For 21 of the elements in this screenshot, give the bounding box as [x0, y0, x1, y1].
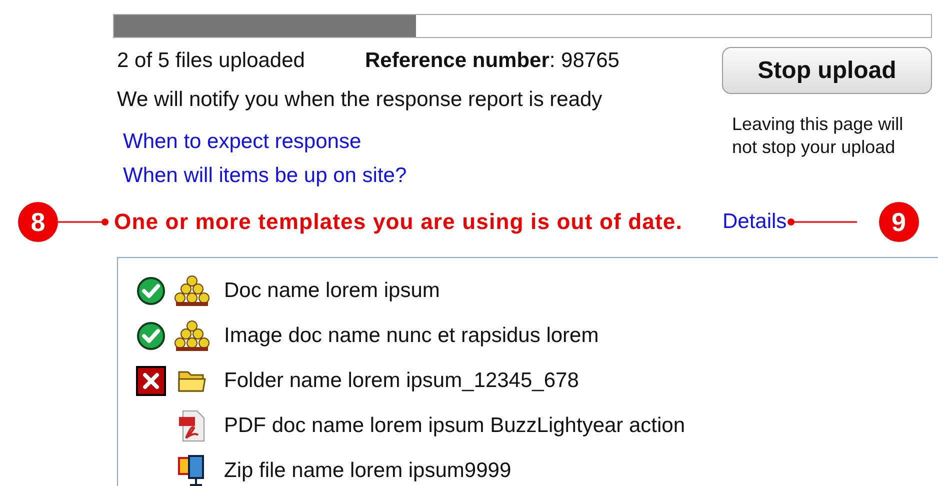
file-name: Doc name lorem ipsum	[224, 278, 440, 302]
warning-message: One or more templates you are using is out of date.	[114, 209, 682, 235]
stacked-balls-icon	[174, 320, 210, 352]
stop-upload-button[interactable]: Stop upload	[722, 47, 932, 94]
help-link[interactable]: When will items be up on site?	[123, 164, 407, 188]
pdf-file-icon	[178, 410, 206, 442]
files-status: 2 of 5 files uploaded	[117, 49, 305, 73]
callout-number: 9	[878, 202, 919, 242]
archive-icon	[177, 454, 207, 486]
leader-line	[58, 217, 110, 227]
leave-note: Leaving this page will not stop your upload	[732, 113, 904, 160]
file-name: Zip file name lorem ipsum9999	[224, 458, 512, 482]
notify-message: We will notify you when the response report is ready	[117, 88, 604, 112]
help-link[interactable]: When to expect response	[123, 130, 362, 154]
details-link[interactable]: Details	[722, 210, 787, 234]
stacked-balls-icon	[174, 274, 210, 306]
file-name: Folder name lorem ipsum_12345_678	[224, 368, 579, 392]
reference-number: Reference number: 98765	[364, 49, 620, 73]
callout-number: 8	[18, 202, 58, 242]
file-name: Image doc name nunc et rapsidus lorem	[224, 324, 599, 348]
file-name: PDF doc name lorem ipsum BuzzLightyear action	[224, 414, 686, 438]
